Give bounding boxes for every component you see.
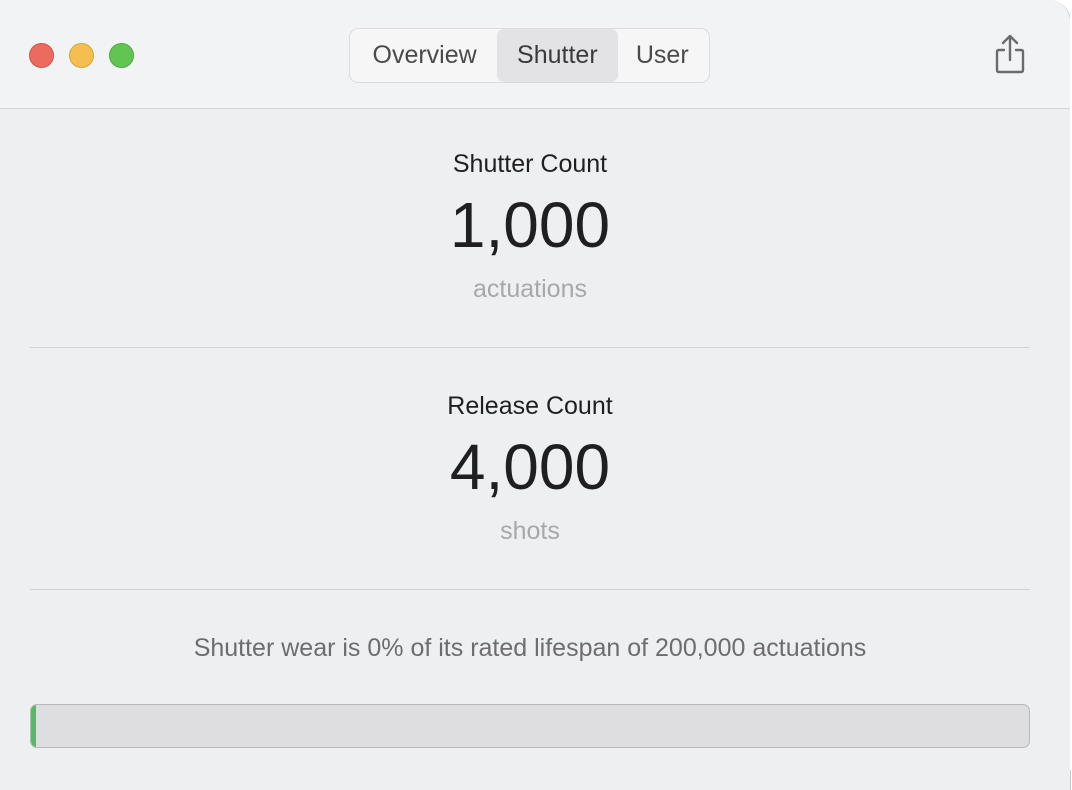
divider [30,347,1030,348]
share-button[interactable] [990,33,1030,75]
window-minimize-icon[interactable] [69,43,94,68]
tab-shutter[interactable]: Shutter [497,29,618,82]
tab-user[interactable]: User [618,29,708,82]
shutter-count-value: 1,000 [449,189,611,261]
share-icon [995,34,1025,74]
window-zoom-icon[interactable] [109,43,134,68]
shutter-count-section: Shutter Count 1,000 actuations [0,150,1060,304]
release-count-section: Release Count 4,000 shots [0,392,1060,546]
shutter-wear-text: Shutter wear is 0% of its rated lifespan… [193,634,867,662]
shutter-count-label: Shutter Count [452,150,608,178]
shutter-count-unit: actuations [473,275,587,303]
title-bar: Overview Shutter User [0,0,1070,109]
release-count-unit: shots [500,517,560,545]
divider [30,589,1030,590]
tab-segmented-control: Overview Shutter User [349,28,710,83]
app-window: Overview Shutter User Shutter Count 1,00… [0,0,1071,790]
release-count-label: Release Count [447,392,613,420]
shutter-wear-progress-bar [30,704,1030,748]
release-count-value: 4,000 [449,431,611,503]
shutter-wear-progress-fill [31,705,36,747]
window-close-icon[interactable] [29,43,54,68]
tab-overview[interactable]: Overview [352,29,497,82]
